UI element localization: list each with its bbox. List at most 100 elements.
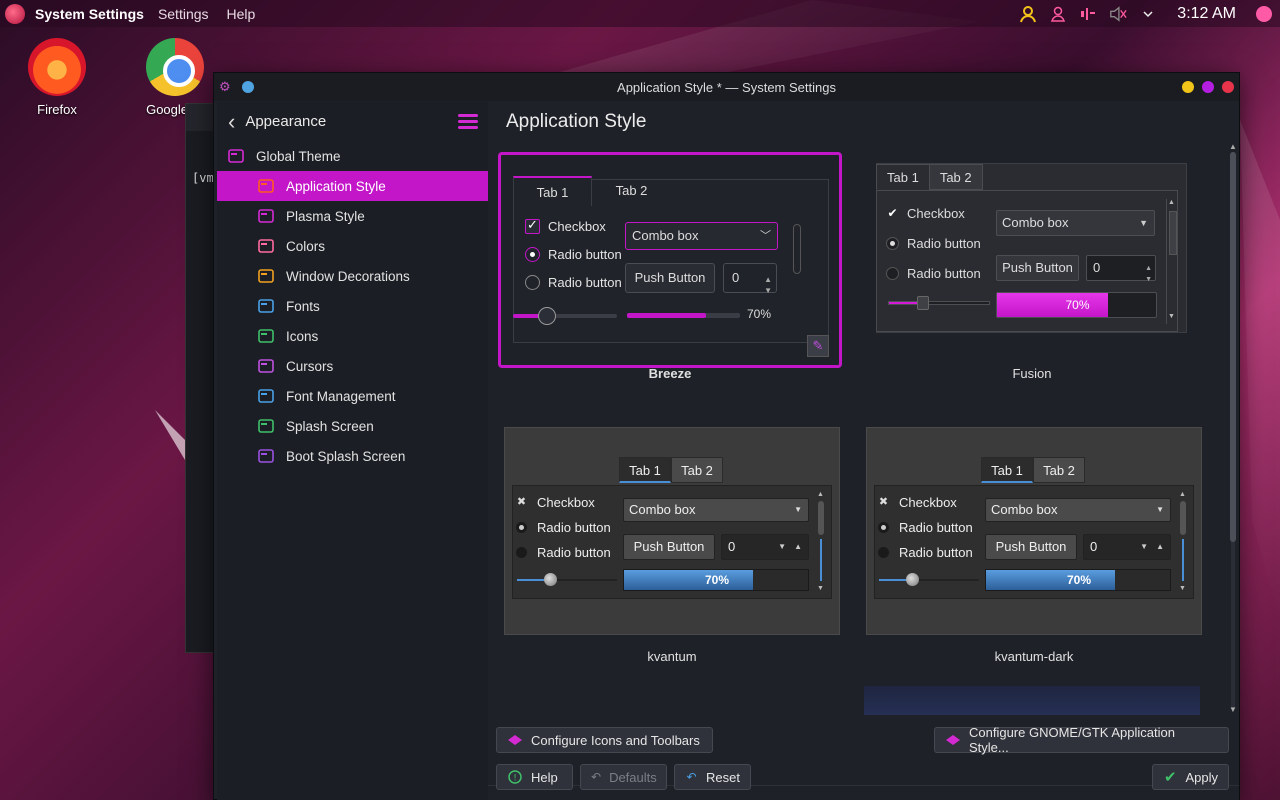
account-icon[interactable]: [1049, 5, 1067, 23]
preview-radio-off: Radio button: [516, 545, 611, 560]
sidebar-item-label: Application Style: [286, 178, 386, 194]
chevron-down-icon[interactable]: [1139, 5, 1157, 23]
apply-button[interactable]: ✔ Apply: [1152, 764, 1229, 790]
sidebar-item-splash-screen[interactable]: Splash Screen: [217, 411, 488, 441]
radio-off-icon: [886, 267, 899, 280]
spin-up-icon: ▲: [794, 542, 802, 551]
volume-muted-icon[interactable]: [1109, 5, 1127, 23]
chevron-down-icon: ﹀: [760, 230, 771, 242]
close-button[interactable]: [1222, 81, 1234, 93]
sidebar-item-fonts[interactable]: Fonts: [217, 291, 488, 321]
sidebar-item-plasma-style[interactable]: Plasma Style: [217, 201, 488, 231]
preview-progress-bar: 70%: [996, 292, 1157, 318]
system-settings-window: ⚙ Application Style * — System Settings …: [213, 72, 1240, 800]
sidebar-item-global-theme[interactable]: Global Theme: [217, 141, 488, 171]
content-area: Application Style Tab 1 Tab 2 Checkbox: [488, 102, 1239, 800]
chevron-down-icon: ▼: [794, 505, 802, 514]
user-icon[interactable]: [1019, 5, 1037, 23]
radio-label: Radio button: [537, 545, 611, 560]
sidebar-item-colors[interactable]: Colors: [217, 231, 488, 261]
scroll-up-icon[interactable]: ▲: [1228, 142, 1238, 151]
window-titlebar[interactable]: ⚙ Application Style * — System Settings: [214, 73, 1239, 101]
defaults-button[interactable]: ↶ Defaults: [580, 764, 667, 790]
spin-down-icon: ▼: [1140, 542, 1148, 551]
scroll-up-icon: ▲: [1179, 491, 1186, 498]
preview-radio-off: Radio button: [878, 545, 973, 560]
style-card-kvantum-dark[interactable]: Tab 1 Tab 2 ✖ Checkbox Radio button Radi…: [866, 427, 1202, 667]
selection-highlight: Tab 1 Tab 2 Checkbox Radio button Radio …: [498, 152, 842, 368]
preview-slider: [879, 573, 979, 586]
slider-handle: [916, 296, 929, 310]
configure-gtk-style-button[interactable]: Configure GNOME/GTK Application Style...: [934, 725, 1229, 755]
window-decorations-icon: [257, 267, 275, 285]
button-label: Defaults: [609, 769, 657, 785]
on-all-desktops-icon[interactable]: [242, 81, 254, 93]
checkbox-checked-icon: [525, 217, 540, 234]
sidebar-item-label: Boot Splash Screen: [286, 448, 406, 464]
radio-on-icon: [525, 247, 540, 262]
preview-combo-box: Combo box ▼: [623, 498, 809, 522]
preview-slider: [517, 573, 617, 586]
sidebar-item-label: Cursors: [286, 358, 334, 374]
scrollbar-thumb[interactable]: [1230, 152, 1236, 542]
network-icon[interactable]: [1079, 5, 1097, 23]
sidebar-item-application-style[interactable]: Application Style: [217, 171, 488, 201]
sidebar-item-label: Global Theme: [256, 148, 341, 164]
back-arrow-icon[interactable]: ‹: [228, 110, 235, 132]
radio-on-icon: [878, 522, 889, 533]
spin-down-icon: ▼: [1145, 276, 1152, 283]
style-card-breeze[interactable]: Tab 1 Tab 2 Checkbox Radio button Radio …: [498, 142, 842, 392]
splash-screen-icon: [257, 417, 275, 435]
plasma-style-icon: [257, 207, 275, 225]
checkbox-label: Checkbox: [907, 206, 965, 221]
menu-help[interactable]: Help: [227, 6, 256, 22]
sidebar-item-boot-splash-screen[interactable]: Boot Splash Screen: [217, 441, 488, 471]
style-name-breeze: Breeze: [648, 366, 692, 381]
maximize-button[interactable]: [1202, 81, 1214, 93]
edit-style-button[interactable]: ✎: [807, 335, 829, 357]
minimize-button[interactable]: [1182, 81, 1194, 93]
scroll-down-icon[interactable]: ▼: [1228, 705, 1238, 714]
font-management-icon: [257, 387, 275, 405]
sidebar-item-label: Plasma Style: [286, 208, 365, 224]
tab-1: Tab 1: [981, 457, 1033, 483]
chevron-down-icon: ▼: [1156, 505, 1164, 514]
content-scrollbar[interactable]: ▲ ▼: [1228, 142, 1238, 717]
sidebar-item-icons[interactable]: Icons: [217, 321, 488, 351]
style-card-kvantum[interactable]: Tab 1 Tab 2 ✖ Checkbox Radio button Radi…: [504, 427, 840, 667]
clock[interactable]: 3:12 AM: [1177, 5, 1236, 23]
combo-label: Combo box: [632, 228, 699, 243]
button-label: Reset: [706, 769, 740, 785]
preview-checkbox: Checkbox: [525, 217, 606, 234]
scroll-down-icon: ▼: [817, 585, 824, 592]
sidebar-item-window-decorations[interactable]: Window Decorations: [217, 261, 488, 291]
sidebar-item-font-management[interactable]: Font Management: [217, 381, 488, 411]
scroll-up-icon: ▲: [817, 491, 824, 498]
tab-1: Tab 1: [876, 164, 930, 190]
style-name-fusion: Fusion: [1012, 366, 1052, 381]
button-label: Configure Icons and Toolbars: [531, 732, 700, 748]
button-label: Configure GNOME/GTK Application Style...: [969, 725, 1175, 755]
preview-push-button: Push Button: [996, 255, 1079, 281]
style-card-next-partial[interactable]: [864, 686, 1200, 715]
reset-button[interactable]: ↶ Reset: [674, 764, 751, 790]
settings-gear-icon[interactable]: ⚙: [219, 80, 233, 94]
avatar[interactable]: [1256, 5, 1272, 22]
sidebar-header-title: Appearance: [245, 113, 327, 130]
preview-radio-on: Radio button: [878, 520, 973, 535]
help-icon: !: [507, 770, 523, 784]
desktop-icon-firefox[interactable]: Firefox: [12, 38, 102, 117]
slider-handle: [905, 573, 919, 586]
preview-combo-box: Combo box ▼: [996, 210, 1155, 236]
hamburger-menu-icon[interactable]: [458, 114, 478, 129]
configure-icons-toolbars-button[interactable]: Configure Icons and Toolbars: [496, 727, 713, 753]
preview-progress-bar: 70%: [985, 569, 1171, 591]
combo-label: Combo box: [1002, 215, 1069, 230]
app-launcher-icon[interactable]: [5, 3, 25, 24]
help-button[interactable]: ! Help: [496, 764, 573, 790]
sidebar: ‹ Appearance Global Theme Application Sty…: [217, 102, 488, 800]
sidebar-item-cursors[interactable]: Cursors: [217, 351, 488, 381]
checkmark-icon: ✔: [1163, 769, 1177, 786]
menu-settings[interactable]: Settings: [158, 6, 209, 22]
colors-icon: [257, 237, 275, 255]
